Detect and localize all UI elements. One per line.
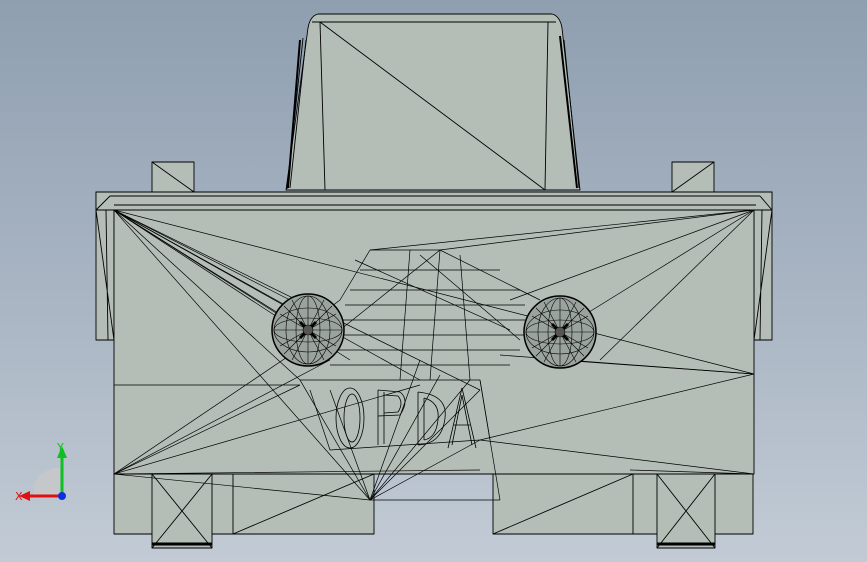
triad-x-label: X: [15, 490, 23, 503]
triad-plane-shading: [34, 468, 60, 498]
triad-y-label: Y: [56, 441, 64, 454]
cad-graphics-viewport[interactable]: Y X: [0, 0, 867, 562]
triad-z-axis: [58, 492, 66, 500]
model-top-tab: [285, 13, 581, 191]
wireframe-model-front-view[interactable]: [0, 0, 867, 562]
reference-triad: Y X: [15, 441, 67, 503]
model-bottom-feet: [113, 473, 754, 549]
model-screw-left: [271, 293, 345, 367]
model-main-body: [113, 209, 755, 475]
model-top-plate: [95, 191, 773, 211]
model-screw-right: [523, 295, 597, 369]
